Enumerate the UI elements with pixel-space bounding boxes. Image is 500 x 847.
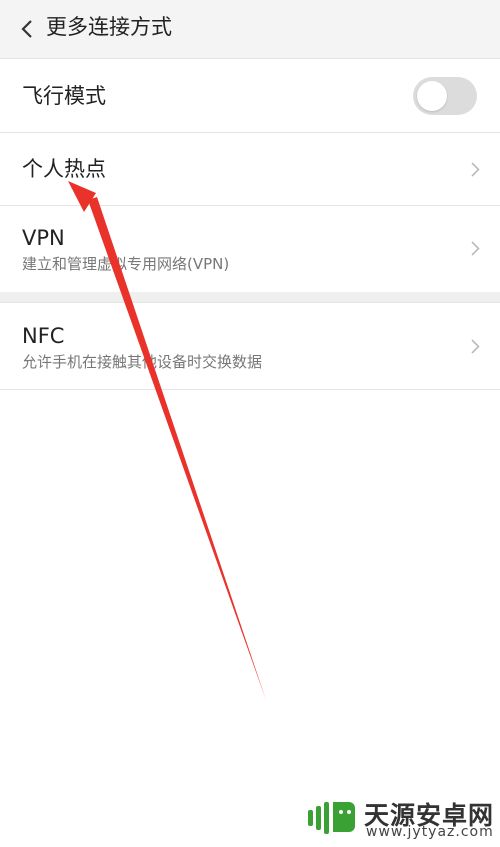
page-title: 更多连接方式 [46, 15, 172, 39]
airplane-mode-row[interactable]: 飞行模式 [0, 59, 500, 133]
airplane-mode-toggle[interactable] [413, 77, 477, 115]
watermark-url: www.jytyaz.com [366, 824, 494, 840]
nfc-subtitle: 允许手机在接触其他设备时交换数据 [22, 353, 263, 371]
chevron-right-icon [471, 162, 480, 177]
hotspot-label: 个人热点 [22, 157, 106, 181]
watermark: 天源安卓网 www.jytyaz.com [306, 796, 496, 842]
android-logo-icon [308, 802, 355, 834]
vpn-row[interactable]: VPN 建立和管理虚拟专用网络(VPN) [0, 206, 500, 293]
chevron-right-icon [471, 339, 480, 354]
section-divider [0, 292, 500, 303]
back-button[interactable] [10, 12, 44, 46]
nfc-row[interactable]: NFC 允许手机在接触其他设备时交换数据 [0, 303, 500, 390]
vpn-label: VPN [22, 226, 65, 250]
chevron-left-icon [21, 20, 32, 38]
title-bar: 更多连接方式 [0, 0, 500, 59]
toggle-knob [417, 81, 447, 111]
hotspot-row[interactable]: 个人热点 [0, 133, 500, 206]
chevron-right-icon [471, 241, 480, 256]
vpn-subtitle: 建立和管理虚拟专用网络(VPN) [22, 255, 230, 273]
airplane-mode-label: 飞行模式 [22, 84, 106, 108]
nfc-label: NFC [22, 324, 65, 348]
